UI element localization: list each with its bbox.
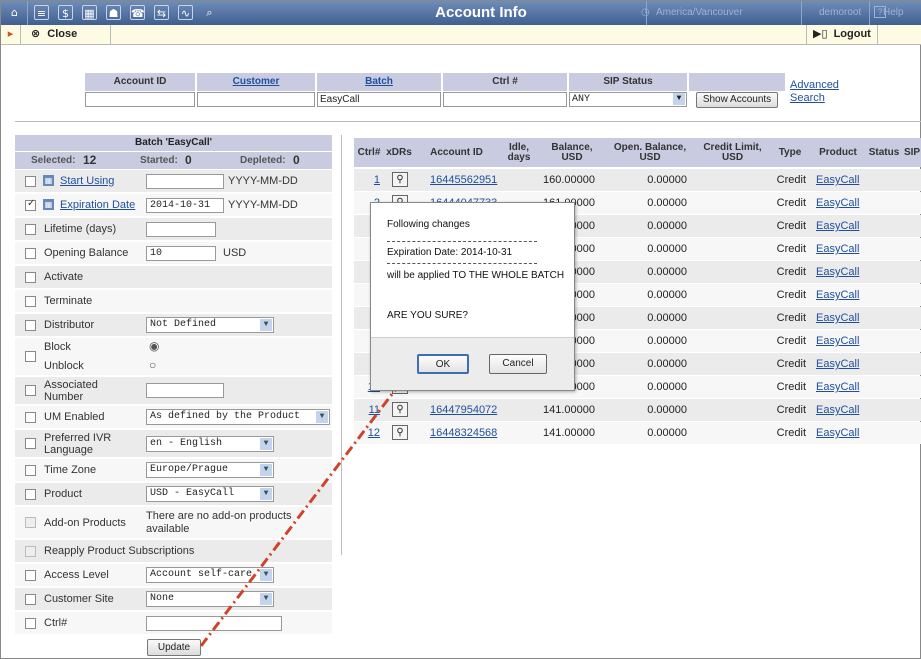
confirm-dialog: Following changes Expiration Date: 2014-… — [370, 202, 575, 391]
dialog-divider — [387, 263, 537, 264]
ok-button[interactable]: OK — [417, 354, 469, 374]
dialog-line-1: Following changes — [387, 219, 470, 230]
dialog-line-3: will be applied TO THE WHOLE BATCH — [387, 270, 565, 281]
dialog-divider — [387, 241, 537, 242]
cancel-button[interactable]: Cancel — [489, 354, 547, 374]
dialog-line-2: Expiration Date: 2014-10-31 — [387, 247, 513, 258]
dialog-line-4: ARE YOU SURE? — [387, 310, 468, 321]
